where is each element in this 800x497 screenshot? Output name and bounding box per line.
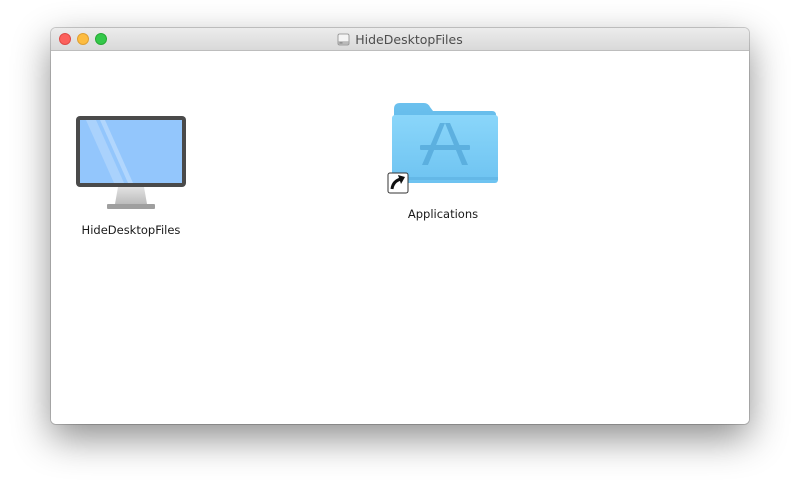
- title-bar[interactable]: HideDesktopFiles: [51, 28, 749, 51]
- window-content: HideDesktopFiles Applications: [51, 51, 749, 424]
- applications-folder-icon: [387, 103, 498, 194]
- desktop-background: HideDesktopFiles HideDesktopFiles Applic…: [0, 0, 800, 497]
- finder-window[interactable]: HideDesktopFiles HideDesktopFiles Applic…: [51, 28, 749, 424]
- desktop-item-applications[interactable]: Applications: [384, 97, 502, 221]
- desktop-item-label: Applications: [407, 207, 479, 221]
- disk-icon: [337, 33, 350, 45]
- desktop-item-hidedesktopfiles[interactable]: HideDesktopFiles: [71, 115, 191, 237]
- window-title: HideDesktopFiles: [355, 31, 463, 47]
- alias-arrow-icon: [387, 172, 409, 194]
- desktop-item-label: HideDesktopFiles: [81, 223, 181, 237]
- window-title-group: HideDesktopFiles: [51, 28, 749, 50]
- monitor-icon: [76, 116, 186, 209]
